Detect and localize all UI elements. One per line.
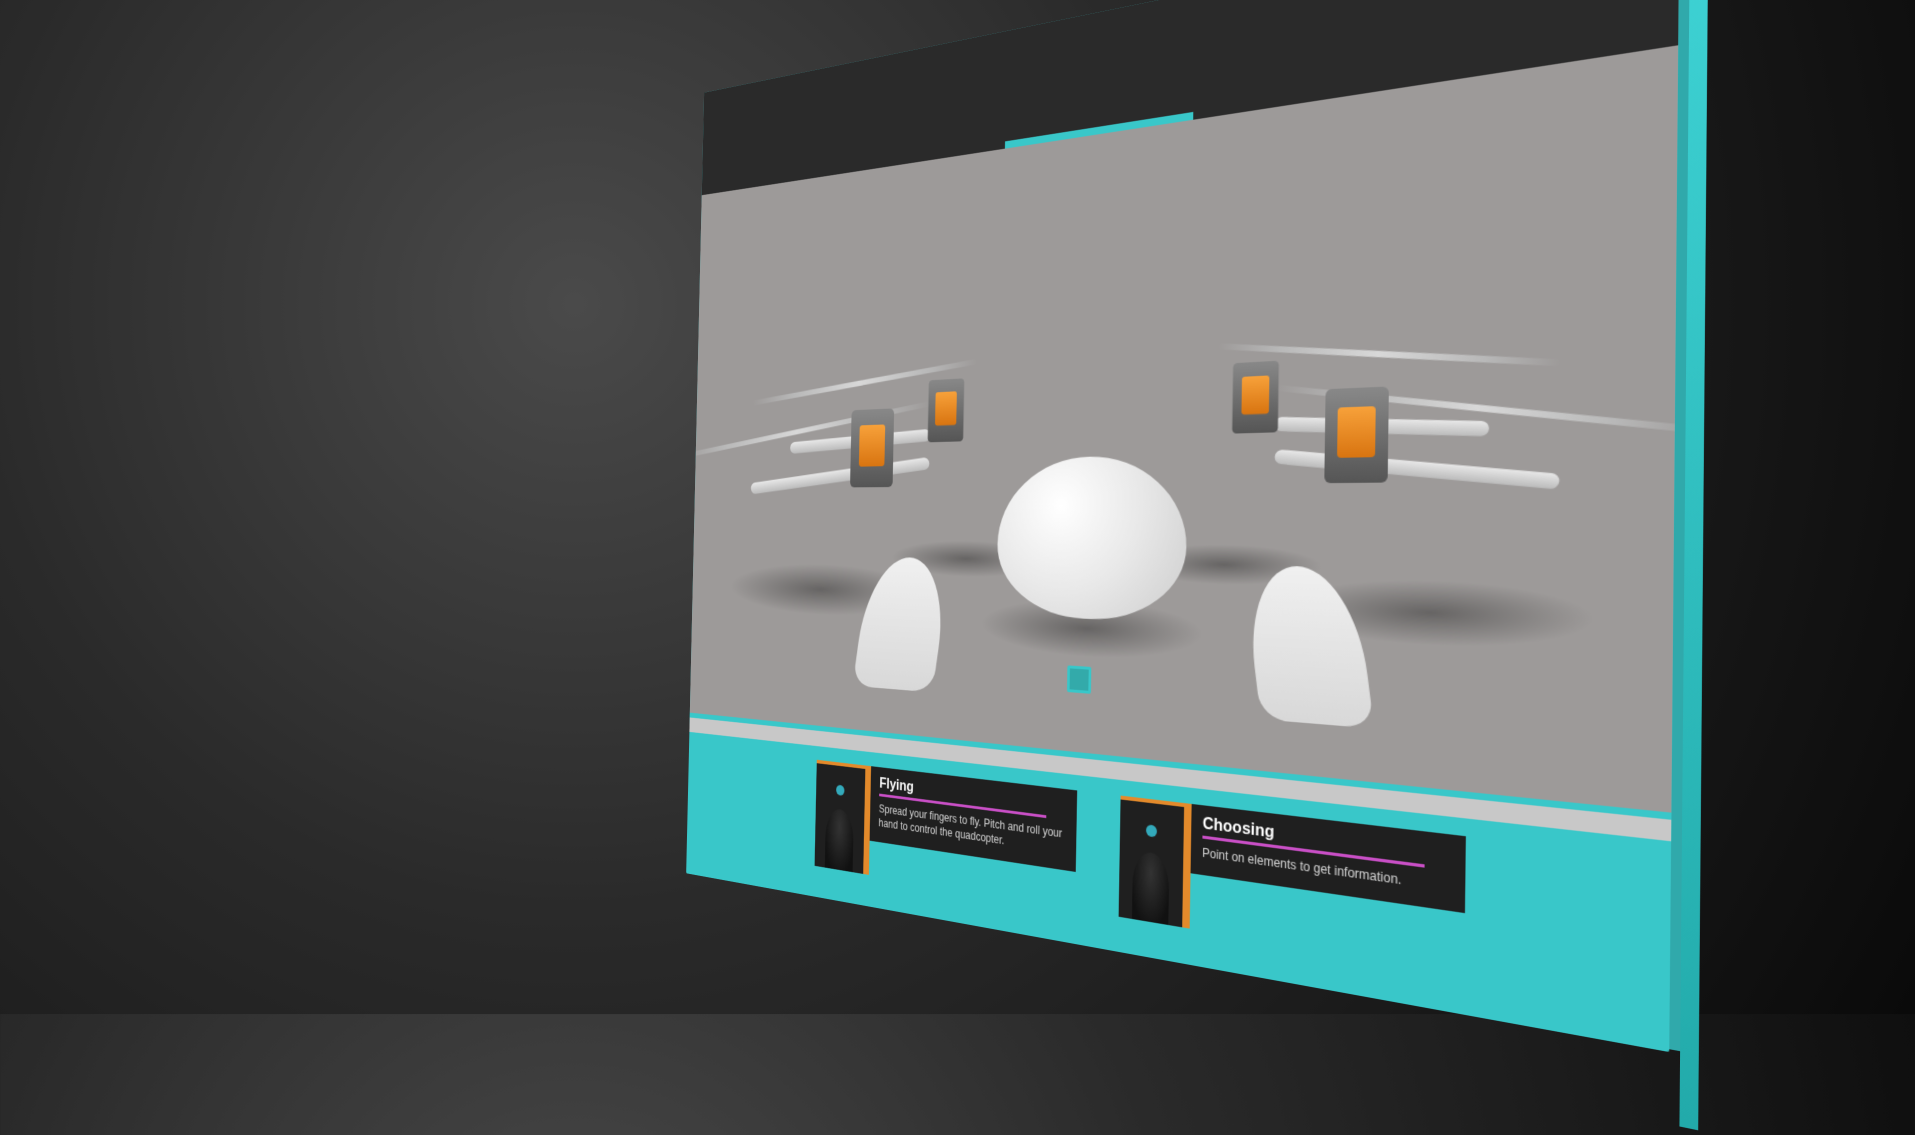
hand-silhouette-icon xyxy=(1132,850,1169,925)
hand-gesture-icon xyxy=(815,760,866,874)
panel-front: Flying Spread your fingers to fly. Pitch… xyxy=(686,0,1680,1052)
floating-panel: Flying Spread your fingers to fly. Pitch… xyxy=(686,0,1680,1052)
drone-motor xyxy=(928,378,965,442)
hand-silhouette-icon xyxy=(825,807,854,872)
help-card-choosing[interactable]: Choosing Point on elements to get inform… xyxy=(1119,796,1466,975)
card-text: Choosing Point on elements to get inform… xyxy=(1191,804,1466,913)
drone-arm xyxy=(751,457,930,495)
drone-motor xyxy=(1324,386,1389,483)
drone-hull xyxy=(996,455,1188,624)
drone-motor xyxy=(850,408,894,487)
drone-motor xyxy=(1232,361,1279,434)
quadcopter-drone[interactable] xyxy=(868,398,1357,694)
gesture-dot-icon xyxy=(1146,824,1157,837)
help-card-flying[interactable]: Flying Spread your fingers to fly. Pitch… xyxy=(815,760,1078,910)
gesture-dot-icon xyxy=(836,785,845,796)
card-text: Flying Spread your fingers to fly. Pitch… xyxy=(870,766,1078,872)
scene-3d: Flying Spread your fingers to fly. Pitch… xyxy=(0,0,1915,1014)
selection-cursor-icon[interactable] xyxy=(1067,665,1091,693)
hand-point-icon xyxy=(1119,796,1185,928)
drone-arm xyxy=(1274,449,1560,489)
